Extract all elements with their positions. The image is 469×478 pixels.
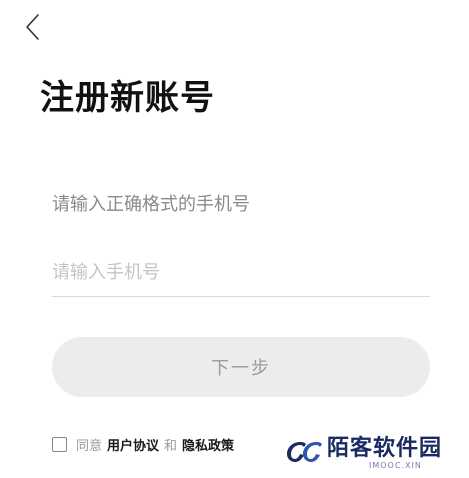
user-agreement-link[interactable]: 用户协议 xyxy=(107,435,159,454)
privacy-policy-link[interactable]: 隐私政策 xyxy=(182,435,234,454)
agreement-prefix: 同意 xyxy=(76,438,103,454)
next-step-button[interactable]: 下一步 xyxy=(52,337,430,397)
watermark-domain: IMOOC.XIN xyxy=(369,461,422,470)
back-button[interactable] xyxy=(22,12,46,42)
phone-input[interactable] xyxy=(52,248,430,297)
watermark-name: 陌客软件园 xyxy=(327,435,443,461)
chevron-left-icon xyxy=(26,14,39,40)
watermark-logo-icon xyxy=(287,442,322,462)
page-title: 注册新账号 xyxy=(40,78,215,118)
agreement-connector: 和 xyxy=(164,438,178,454)
agreement-row: 同意 用户协议 和 隐私政策 xyxy=(52,434,234,454)
phone-format-hint: 请输入正确格式的手机号 xyxy=(52,194,250,215)
agreement-checkbox[interactable] xyxy=(52,436,67,452)
watermark: 陌客软件园 IMOOC.XIN xyxy=(285,428,461,474)
